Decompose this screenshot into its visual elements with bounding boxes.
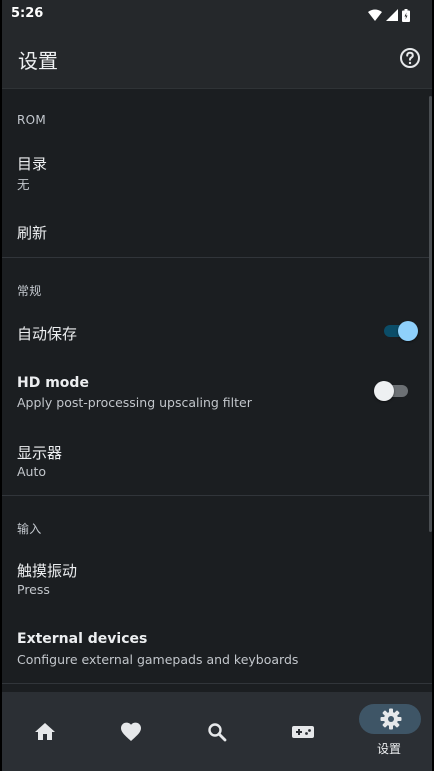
gamepad-icon xyxy=(292,726,314,738)
hd-mode-toggle[interactable] xyxy=(374,379,410,403)
scrollbar[interactable] xyxy=(429,96,432,532)
settings-list: ROM 目录 无 刷新 常规 自动保存 HD mode Apply post-p… xyxy=(2,89,432,692)
wifi-icon xyxy=(368,9,382,21)
section-header-input: 输入 xyxy=(17,522,42,536)
status-bar: 5:26 xyxy=(2,0,432,32)
pref-display[interactable]: 显示器 Auto xyxy=(2,429,432,493)
status-time: 5:26 xyxy=(11,6,44,21)
home-icon xyxy=(35,723,55,740)
pref-vibration[interactable]: 触摸振动 Press xyxy=(2,547,432,611)
pref-refresh[interactable]: 刷新 xyxy=(2,205,432,257)
pref-vibration-title: 触摸振动 xyxy=(17,562,78,580)
section-header-general: 常规 xyxy=(17,284,42,298)
toggle-thumb xyxy=(398,321,418,341)
bottom-nav: 设置 xyxy=(2,692,432,771)
pref-directory-summary: 无 xyxy=(17,177,30,192)
pref-external-devices[interactable]: External devices Configure external game… xyxy=(2,619,432,679)
nav-settings-label: 设置 xyxy=(376,742,401,756)
nav-settings[interactable]: 设置 xyxy=(346,692,432,771)
section-divider xyxy=(2,257,432,258)
pref-display-summary: Auto xyxy=(17,464,47,479)
pref-display-title: 显示器 xyxy=(17,444,63,462)
nav-home[interactable] xyxy=(2,692,88,771)
pref-vibration-summary: Press xyxy=(17,582,50,597)
app-bar: 设置 xyxy=(2,32,432,89)
section-divider xyxy=(2,495,432,496)
help-circle-icon[interactable] xyxy=(398,46,422,70)
pref-hd-mode-summary: Apply post-processing upscaling filter xyxy=(17,395,252,410)
pref-directory[interactable]: 目录 无 xyxy=(2,139,432,203)
section-divider xyxy=(2,683,432,684)
autosave-toggle[interactable] xyxy=(382,319,418,343)
pref-autosave[interactable]: 自动保存 xyxy=(2,307,432,355)
settings-screen: 5:26 设置 ROM 目录 无 刷新 常规 自动保存 HD mode Appl… xyxy=(2,0,432,771)
cell-signal-icon xyxy=(386,9,398,21)
pref-autosave-title: 自动保存 xyxy=(17,325,78,343)
pref-directory-title: 目录 xyxy=(17,155,48,173)
pref-external-devices-title: External devices xyxy=(17,631,148,647)
pref-refresh-title: 刷新 xyxy=(17,224,48,242)
section-header-rom: ROM xyxy=(17,113,47,127)
battery-icon xyxy=(402,8,410,22)
pref-hd-mode-title: HD mode xyxy=(17,375,89,391)
page-title: 设置 xyxy=(18,49,58,73)
pref-external-devices-summary: Configure external gamepads and keyboard… xyxy=(17,652,299,667)
settings-icon xyxy=(380,708,402,730)
nav-games[interactable] xyxy=(260,692,346,771)
nav-favorites[interactable] xyxy=(88,692,174,771)
pref-hd-mode[interactable]: HD mode Apply post-processing upscaling … xyxy=(2,365,432,425)
nav-search[interactable] xyxy=(174,692,260,771)
status-icons xyxy=(368,8,410,22)
toggle-thumb xyxy=(374,381,394,401)
search-icon xyxy=(208,723,227,742)
heart-icon xyxy=(121,722,141,741)
